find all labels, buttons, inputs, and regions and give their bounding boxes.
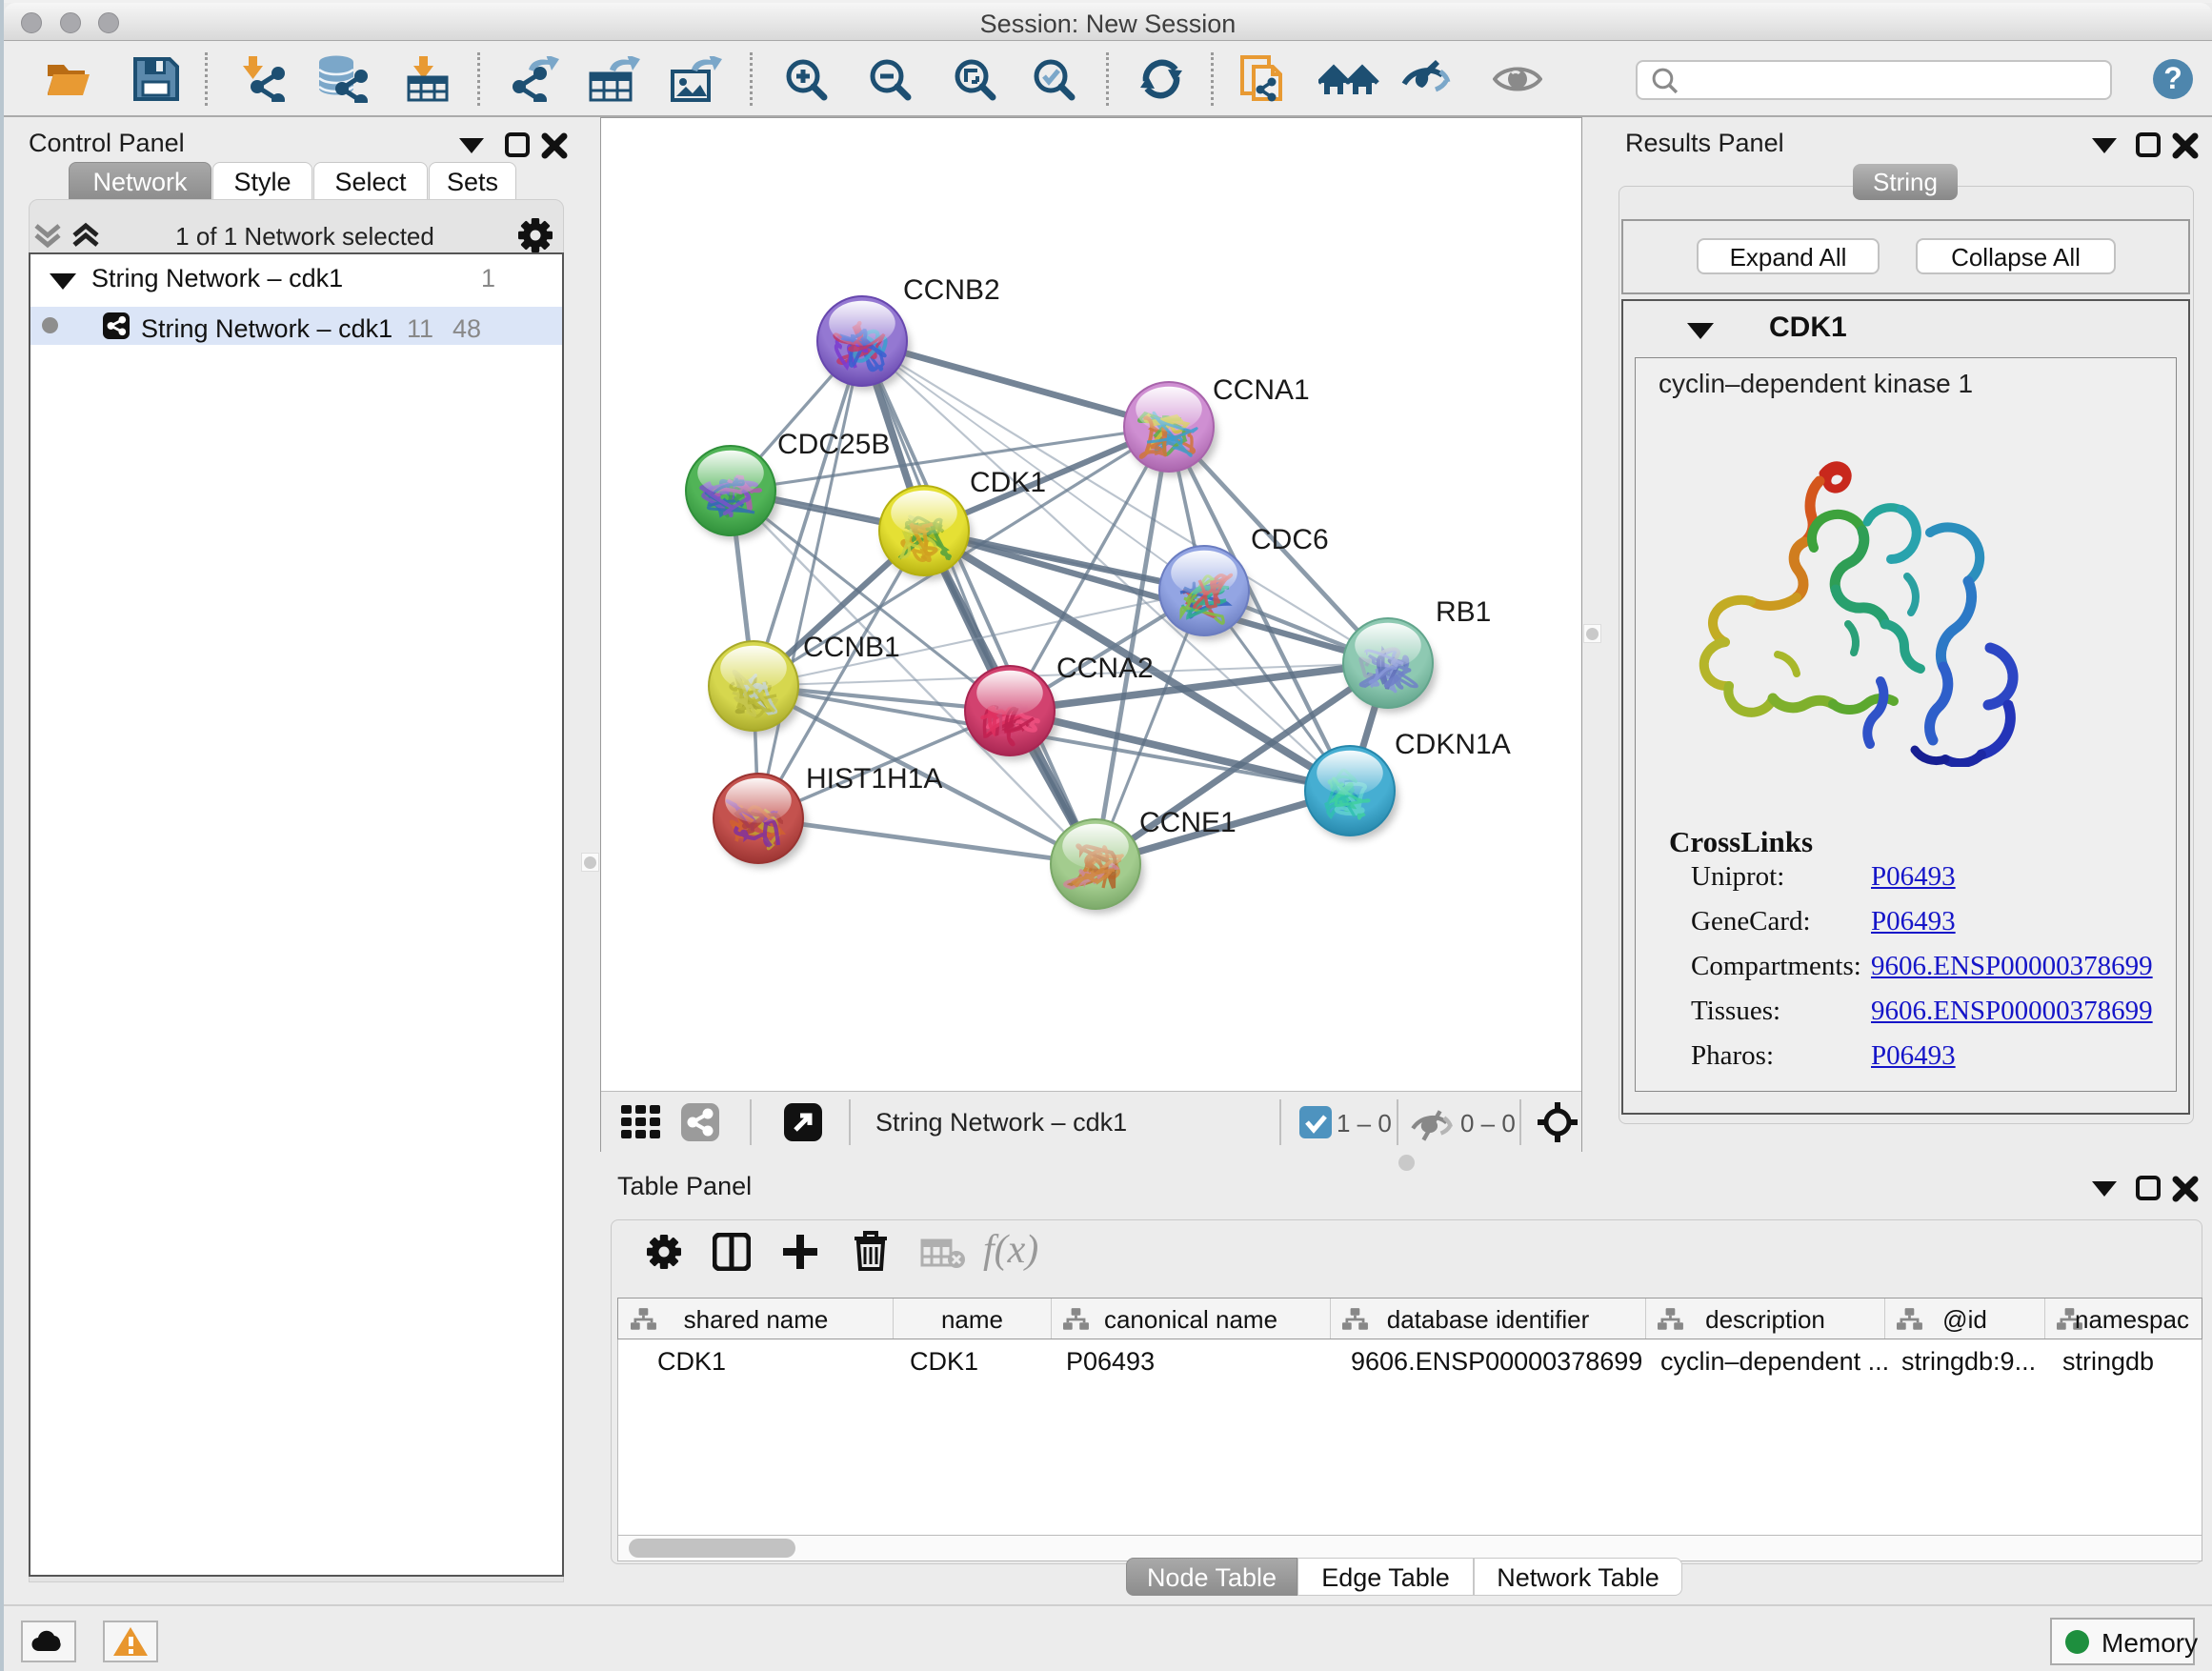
svg-text:CDK1: CDK1 [970, 467, 1046, 498]
svg-text:CDKN1A: CDKN1A [1395, 729, 1511, 760]
svg-text:CCNB1: CCNB1 [803, 632, 900, 663]
svg-text:CCNA2: CCNA2 [1056, 653, 1154, 684]
svg-text:CCNA1: CCNA1 [1213, 374, 1310, 406]
svg-text:CCNB2: CCNB2 [903, 274, 1000, 306]
svg-text:CCNE1: CCNE1 [1139, 807, 1237, 838]
svg-text:CDC25B: CDC25B [777, 429, 890, 460]
svg-text:CDC6: CDC6 [1251, 524, 1329, 555]
svg-text:?: ? [2163, 61, 2182, 95]
svg-text:RB1: RB1 [1436, 596, 1491, 628]
svg-text:HIST1H1A: HIST1H1A [806, 763, 942, 795]
